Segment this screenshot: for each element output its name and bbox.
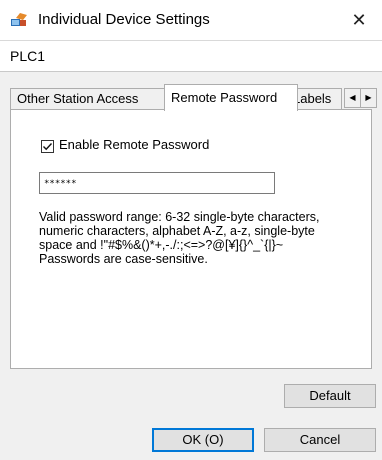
info-line: Passwords are case-sensitive. <box>39 252 208 266</box>
tab-scroll-right-icon[interactable]: ▶ <box>360 88 377 108</box>
info-line: space and !"#$%&()*+,-./:;<=>?@[¥]{}^_`{… <box>39 238 284 252</box>
window-title: Individual Device Settings <box>38 11 210 28</box>
tab-strip: Other Station Access Remote Password Lab… <box>10 84 380 111</box>
info-line: Valid password range: 6-32 single-byte c… <box>39 210 320 224</box>
enable-remote-password-label[interactable]: Enable Remote Password <box>59 137 209 152</box>
password-info-text: Valid password range: 6-32 single-byte c… <box>39 210 359 266</box>
ok-button[interactable]: OK (O) <box>152 428 254 452</box>
enable-remote-password-checkbox[interactable] <box>41 140 54 153</box>
device-name: PLC1 <box>10 48 46 64</box>
remote-password-panel: Enable Remote Password ****** Valid pass… <box>10 109 372 369</box>
close-icon[interactable]: ✕ <box>336 0 382 40</box>
device-header: PLC1 <box>0 40 382 72</box>
default-button[interactable]: Default <box>284 384 376 408</box>
title-bar: Individual Device Settings ✕ <box>0 0 382 40</box>
tab-remote-password[interactable]: Remote Password <box>164 84 298 111</box>
password-input[interactable]: ****** <box>39 172 275 194</box>
info-line: numeric characters, alphabet A-Z, a-z, s… <box>39 224 315 238</box>
cancel-button[interactable]: Cancel <box>264 428 376 452</box>
tab-other-station-access[interactable]: Other Station Access <box>10 88 166 109</box>
app-icon <box>10 12 28 28</box>
tab-scroll-left-icon[interactable]: ◀ <box>344 88 361 108</box>
checkmark-icon <box>43 143 53 151</box>
